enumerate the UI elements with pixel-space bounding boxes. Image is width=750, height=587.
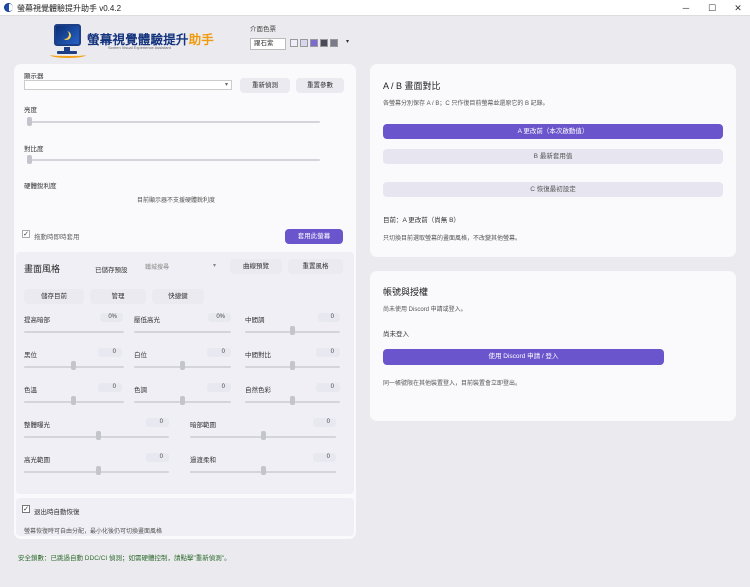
auto-apply-label: 拖動時即時套用: [34, 234, 80, 241]
reset-style-button[interactable]: 重置風格: [288, 259, 343, 274]
account-status: 尚未登入: [383, 331, 409, 338]
saved-preset-dropdown-icon[interactable]: ▾: [213, 262, 216, 269]
control-value[interactable]: 0%: [100, 313, 123, 322]
account-title: 帳號與授權: [383, 287, 429, 297]
status-message: 安全鎖數：已跳過自動 DDC/CI 偵測；如需硬體控制，請點擊"重新偵測"。: [18, 555, 231, 562]
monitor-icon: [54, 24, 81, 46]
control-slider-thumb[interactable]: [261, 466, 266, 475]
contrast-label: 對比度: [24, 146, 44, 153]
ab-a-button[interactable]: A 更改前（本次啟動值）: [383, 124, 723, 139]
control-value[interactable]: 0: [313, 418, 336, 427]
control-slider-thumb[interactable]: [290, 396, 295, 405]
control-slider-thumb[interactable]: [96, 431, 101, 440]
control-value[interactable]: 0: [98, 348, 122, 357]
app-logo: 螢幕視覺體驗提升助手 Screen Visual Experience Assi…: [50, 20, 214, 60]
ab-b-button[interactable]: B 最新套用值: [383, 149, 723, 164]
control-slider-thumb[interactable]: [71, 361, 76, 370]
brightness-slider[interactable]: [28, 121, 320, 123]
control-value[interactable]: 0: [207, 348, 231, 357]
ab-current: 目前：A 更改前（尚無 B）: [383, 217, 460, 224]
save-current-button[interactable]: 儲存目前: [24, 289, 84, 304]
control-slider-thumb[interactable]: [261, 431, 266, 440]
control-slider-thumb[interactable]: [290, 326, 295, 335]
theme-label: 介面色票: [250, 26, 276, 33]
theme-swatch[interactable]: [320, 39, 328, 47]
ab-title: A / B 畫面對比: [383, 81, 441, 91]
discord-login-button[interactable]: 使用 Discord 申請 / 登入: [383, 349, 664, 365]
theme-swatch[interactable]: [310, 39, 318, 47]
control-slider-thumb[interactable]: [180, 396, 185, 405]
ab-c-button[interactable]: C 恢復最初設定: [383, 182, 723, 197]
saved-preset-select[interactable]: 鐵城搜尋: [145, 262, 221, 272]
hw-clarity-label: 硬體銳利度: [24, 183, 57, 190]
restore-on-exit-checkbox[interactable]: ✓: [22, 505, 30, 513]
account-note: 同一帳號限在其他裝置登入，目前裝置會立即登出。: [383, 381, 522, 387]
ab-description: 各螢幕分別保存 A / B；C 只作復目前螢幕並還原它的 B 記錄。: [383, 101, 549, 107]
control-slider[interactable]: [24, 331, 124, 333]
theme-select[interactable]: 躍石紫: [250, 38, 286, 50]
control-slider-thumb[interactable]: [96, 466, 101, 475]
theme-swatch[interactable]: [290, 39, 298, 47]
saved-preset-label: 已儲存預設: [95, 267, 128, 274]
control-value[interactable]: 0: [316, 383, 340, 392]
swoosh-icon: [50, 52, 86, 58]
shortcut-button[interactable]: 快捷鍵: [152, 289, 204, 304]
control-slider[interactable]: [134, 331, 231, 333]
account-description: 尚未使用 Discord 申請或登入。: [383, 307, 467, 313]
control-value[interactable]: 0: [318, 313, 340, 322]
title-bar: 螢幕視覺體驗提升助手 v0.4.2 ─ ☐ ✕: [0, 0, 750, 16]
control-slider-thumb[interactable]: [290, 361, 295, 370]
hw-clarity-note: 目前顯示器不支援硬體銳利度: [137, 198, 216, 204]
brightness-slider-thumb[interactable]: [27, 117, 32, 126]
control-slider-thumb[interactable]: [180, 361, 185, 370]
window-title: 螢幕視覺體驗提升助手 v0.4.2: [17, 4, 122, 13]
minimize-button[interactable]: ─: [674, 0, 698, 16]
contrast-slider-thumb[interactable]: [27, 155, 32, 164]
control-label: 中間對比: [245, 352, 271, 359]
auto-apply-checkbox[interactable]: ✓: [22, 230, 30, 238]
curve-preview-button[interactable]: 曲線預覽: [230, 259, 282, 274]
app-icon: [4, 3, 13, 12]
control-value[interactable]: 0: [146, 453, 169, 462]
control-label: 過渡柔和: [190, 457, 216, 464]
brightness-label: 亮度: [24, 107, 37, 114]
control-label: 白位: [134, 352, 147, 359]
control-value[interactable]: 0: [207, 383, 231, 392]
control-label: 中間調: [245, 317, 265, 324]
control-value[interactable]: 0%: [208, 313, 231, 322]
control-label: 提高暗部: [24, 317, 50, 324]
control-slider-thumb[interactable]: [71, 396, 76, 405]
apply-monitor-button[interactable]: 套用此螢幕: [285, 229, 343, 244]
logo-subtitle: Screen Visual Experience Assistant: [108, 45, 171, 50]
contrast-slider[interactable]: [28, 159, 320, 161]
theme-swatch[interactable]: [330, 39, 338, 47]
control-label: 高光範圍: [24, 457, 50, 464]
control-value[interactable]: 0: [98, 383, 122, 392]
control-label: 暗部範圍: [190, 422, 216, 429]
moon-icon: [60, 30, 69, 39]
ab-note: 只切換目前選取螢幕的畫面風格，不改變其他螢幕。: [383, 236, 522, 242]
style-title: 畫面風格: [24, 264, 61, 274]
control-label: 壓低高光: [134, 317, 160, 324]
restore-on-exit-label: 退出時自動恢復: [34, 509, 80, 516]
maximize-button[interactable]: ☐: [700, 0, 724, 16]
control-label: 自然色彩: [245, 387, 271, 394]
control-value[interactable]: 0: [316, 348, 340, 357]
reset-params-button[interactable]: 重置參數: [296, 78, 344, 93]
manage-button[interactable]: 管理: [90, 289, 146, 304]
theme-swatch[interactable]: [300, 39, 308, 47]
control-value[interactable]: 0: [313, 453, 336, 462]
control-label: 色溫: [24, 387, 37, 394]
display-label: 顯示器: [24, 73, 44, 80]
display-select[interactable]: [24, 80, 232, 90]
close-button[interactable]: ✕: [726, 0, 750, 16]
control-label: 整體曝光: [24, 422, 50, 429]
restore-note: 螢幕恢復時可自由分配，最小化後仍可切換畫面風格: [24, 529, 163, 535]
theme-dropdown-icon[interactable]: ▾: [346, 38, 349, 45]
display-dropdown-icon[interactable]: ▾: [225, 81, 228, 88]
redetect-button[interactable]: 重新偵測: [240, 78, 290, 93]
control-value[interactable]: 0: [146, 418, 169, 427]
control-label: 色調: [134, 387, 147, 394]
control-label: 黑位: [24, 352, 37, 359]
